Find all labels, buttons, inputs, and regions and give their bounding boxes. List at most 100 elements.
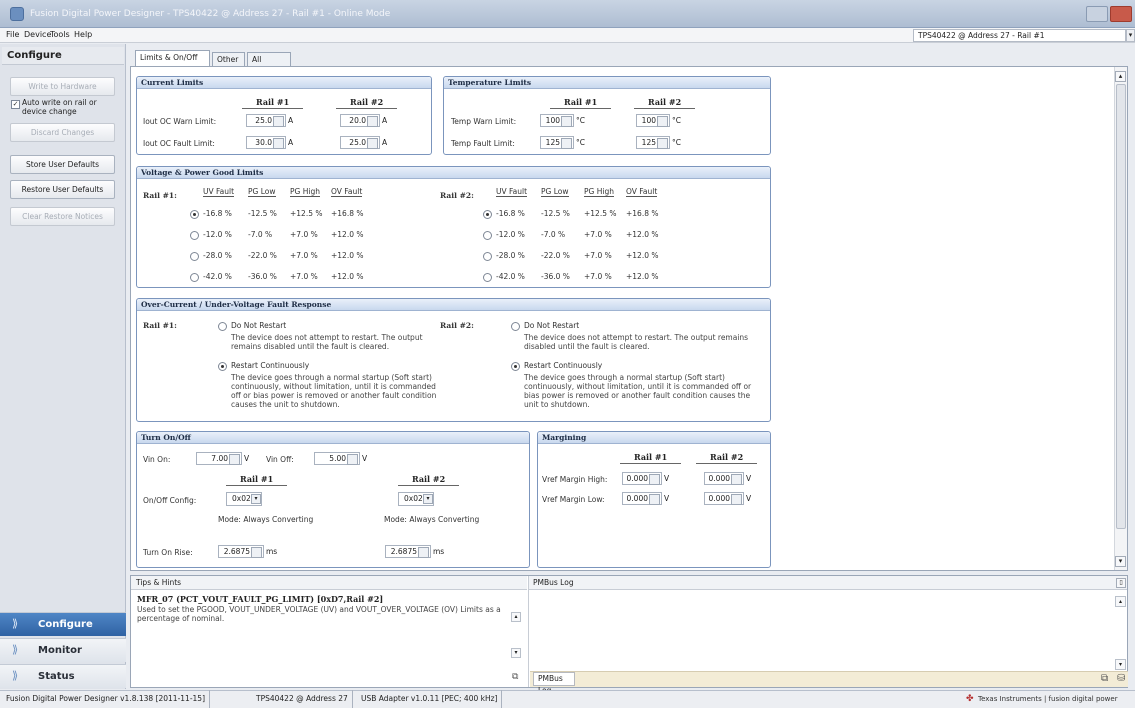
vpg-rail2-cell: +7.0 %: [584, 251, 612, 260]
chevron-down-icon[interactable]: ▾: [1126, 29, 1135, 42]
rail2-restart-continuously-radio[interactable]: [511, 362, 520, 371]
vref-margin-high-rail1-spinner[interactable]: 0.000: [622, 472, 662, 485]
turn-on-rise-rail2-spinner[interactable]: 2.6875: [385, 545, 431, 558]
discard-changes-button[interactable]: Discard Changes: [10, 123, 115, 142]
chevron-down-icon[interactable]: ▾: [423, 494, 433, 504]
vpg-rail1-cell: +7.0 %: [290, 272, 318, 281]
write-to-hardware-button[interactable]: Write to Hardware: [10, 77, 115, 96]
close-button[interactable]: [1110, 6, 1132, 22]
device-selector[interactable]: TPS40422 @ Address 27 - Rail #1: [913, 29, 1126, 42]
tab-limits-onoff[interactable]: Limits & On/Off: [135, 50, 210, 67]
vref-margin-high-rail2-spinner[interactable]: 0.000: [704, 472, 744, 485]
celsius-unit: °C: [576, 138, 585, 147]
vpg-rail2-col-header: PG Low: [541, 187, 569, 197]
rail2-header: Rail #2: [634, 97, 696, 109]
current-limits-title: Current Limits: [137, 77, 431, 89]
vpg-rail1-option-radio[interactable]: [190, 273, 199, 282]
celsius-unit: °C: [672, 138, 681, 147]
vpg-rail2-col-header: UV Fault: [496, 187, 528, 197]
rail1-restart-continuously-radio[interactable]: [218, 362, 227, 371]
vref-margin-low-rail1-spinner[interactable]: 0.000: [622, 492, 662, 505]
vpg-rail2-cell: -12.0 %: [496, 230, 525, 239]
status-brand: Texas Instruments | fusion digital power: [978, 695, 1118, 703]
temp-fault-rail1-spinner[interactable]: 125: [540, 136, 574, 149]
vpg-rail2-cell: +12.0 %: [626, 230, 659, 239]
vpg-rail1-option-radio[interactable]: [190, 231, 199, 240]
copy-icon[interactable]: ⧉: [512, 672, 522, 682]
vpg-rail2-label: Rail #2:: [440, 191, 474, 200]
rail2-header: Rail #2: [398, 474, 460, 486]
copy-icon[interactable]: ⧉: [1101, 673, 1108, 684]
temp-fault-label: Temp Fault Limit:: [451, 139, 515, 148]
iout-oc-fault-rail1-spinner[interactable]: 30.0: [246, 136, 286, 149]
volt-unit: V: [244, 454, 250, 463]
vpg-rail2-cell: +12.5 %: [584, 209, 617, 218]
amp-unit: A: [288, 116, 294, 125]
temp-fault-rail2-spinner[interactable]: 125: [636, 136, 670, 149]
rail1-do-not-restart-radio[interactable]: [218, 322, 227, 331]
vpg-rail2-cell: +16.8 %: [626, 209, 659, 218]
temp-warn-rail2-spinner[interactable]: 100: [636, 114, 670, 127]
vref-margin-low-rail2-spinner[interactable]: 0.000: [704, 492, 744, 505]
vpg-rail1-col-header: UV Fault: [203, 187, 235, 197]
vin-on-spinner[interactable]: 7.00: [196, 452, 242, 465]
vpg-rail1-cell: -7.0 %: [248, 230, 273, 239]
clear-restore-notices-button[interactable]: Clear Restore Notices: [10, 207, 115, 226]
temperature-limits-title: Temperature Limits: [444, 77, 770, 89]
vpg-rail1-cell: +7.0 %: [290, 251, 318, 260]
volt-unit: V: [746, 474, 752, 483]
celsius-unit: °C: [672, 116, 681, 125]
vpg-rail1-label: Rail #1:: [143, 191, 177, 200]
iout-oc-warn-rail1-spinner[interactable]: 25.0: [246, 114, 286, 127]
tab-all-config[interactable]: All Config: [247, 52, 291, 77]
vpg-rail2-cell: -42.0 %: [496, 272, 525, 281]
menu-help[interactable]: Help: [70, 30, 96, 39]
vpg-rail1-option-radio[interactable]: [190, 252, 199, 261]
tips-body: Used to set the PGOOD, VOUT_UNDER_VOLTAG…: [137, 605, 501, 623]
chevron-down-icon[interactable]: ▾: [251, 494, 261, 504]
temp-warn-rail1-spinner[interactable]: 100: [540, 114, 574, 127]
status-device: TPS40422 @ Address 27: [252, 690, 353, 708]
scroll-up-icon[interactable]: ▴: [511, 612, 521, 622]
ms-unit: ms: [433, 547, 445, 556]
pin-icon[interactable]: ▯: [1116, 578, 1126, 588]
rail1-header: Rail #1: [242, 97, 304, 109]
scroll-up-icon[interactable]: ▴: [1115, 71, 1126, 82]
volt-unit: V: [362, 454, 368, 463]
fault-response-title: Over-Current / Under-Voltage Fault Respo…: [137, 299, 770, 311]
vpg-rail1-cell: -22.0 %: [248, 251, 277, 260]
vpg-rail2-option-radio[interactable]: [483, 231, 492, 240]
vpg-rail1-col-header: PG High: [290, 187, 320, 197]
vin-off-spinner[interactable]: 5.00: [314, 452, 360, 465]
vpg-rail1-cell: -28.0 %: [203, 251, 232, 260]
iout-oc-fault-rail2-spinner[interactable]: 25.0: [340, 136, 380, 149]
scroll-down-icon[interactable]: ▾: [511, 648, 521, 658]
vpg-rail2-option-radio[interactable]: [483, 273, 492, 282]
scroll-down-icon[interactable]: ▾: [1115, 556, 1126, 567]
auto-write-checkbox[interactable]: ✓: [11, 100, 20, 109]
clear-log-icon[interactable]: ⛁: [1117, 673, 1125, 684]
vpg-rail2-cell: -12.5 %: [541, 209, 570, 218]
vpg-rail2-option-radio[interactable]: [483, 252, 492, 261]
scroll-thumb[interactable]: [1116, 84, 1126, 529]
tab-pmbus-log[interactable]: PMBus Log: [533, 672, 575, 695]
rail1-restart-continuously-desc: The device goes through a normal startup…: [231, 373, 437, 409]
rail2-do-not-restart-radio[interactable]: [511, 322, 520, 331]
minimize-button[interactable]: [1086, 6, 1108, 22]
turn-on-rise-rail1-spinner[interactable]: 2.6875: [218, 545, 264, 558]
scroll-up-icon[interactable]: ▴: [1115, 596, 1126, 607]
store-user-defaults-button[interactable]: Store User Defaults: [10, 155, 115, 174]
vpg-rail1-cell: +16.8 %: [331, 209, 364, 218]
restore-user-defaults-button[interactable]: Restore User Defaults: [10, 180, 115, 199]
vref-margin-high-label: Vref Margin High:: [542, 475, 608, 484]
scroll-down-icon[interactable]: ▾: [1115, 659, 1126, 670]
iout-oc-warn-rail2-spinner[interactable]: 20.0: [340, 114, 380, 127]
amp-unit: A: [288, 138, 294, 147]
tab-other[interactable]: Other: [212, 52, 245, 66]
vpg-rail1-option-radio[interactable]: [190, 210, 199, 219]
volt-unit: V: [664, 494, 670, 503]
vpg-rail2-option-radio[interactable]: [483, 210, 492, 219]
onoff-config-label: On/Off Config:: [143, 496, 197, 505]
rail2-restart-continuously-desc: The device goes through a normal startup…: [524, 373, 752, 409]
vpg-rail2-cell: +7.0 %: [584, 230, 612, 239]
